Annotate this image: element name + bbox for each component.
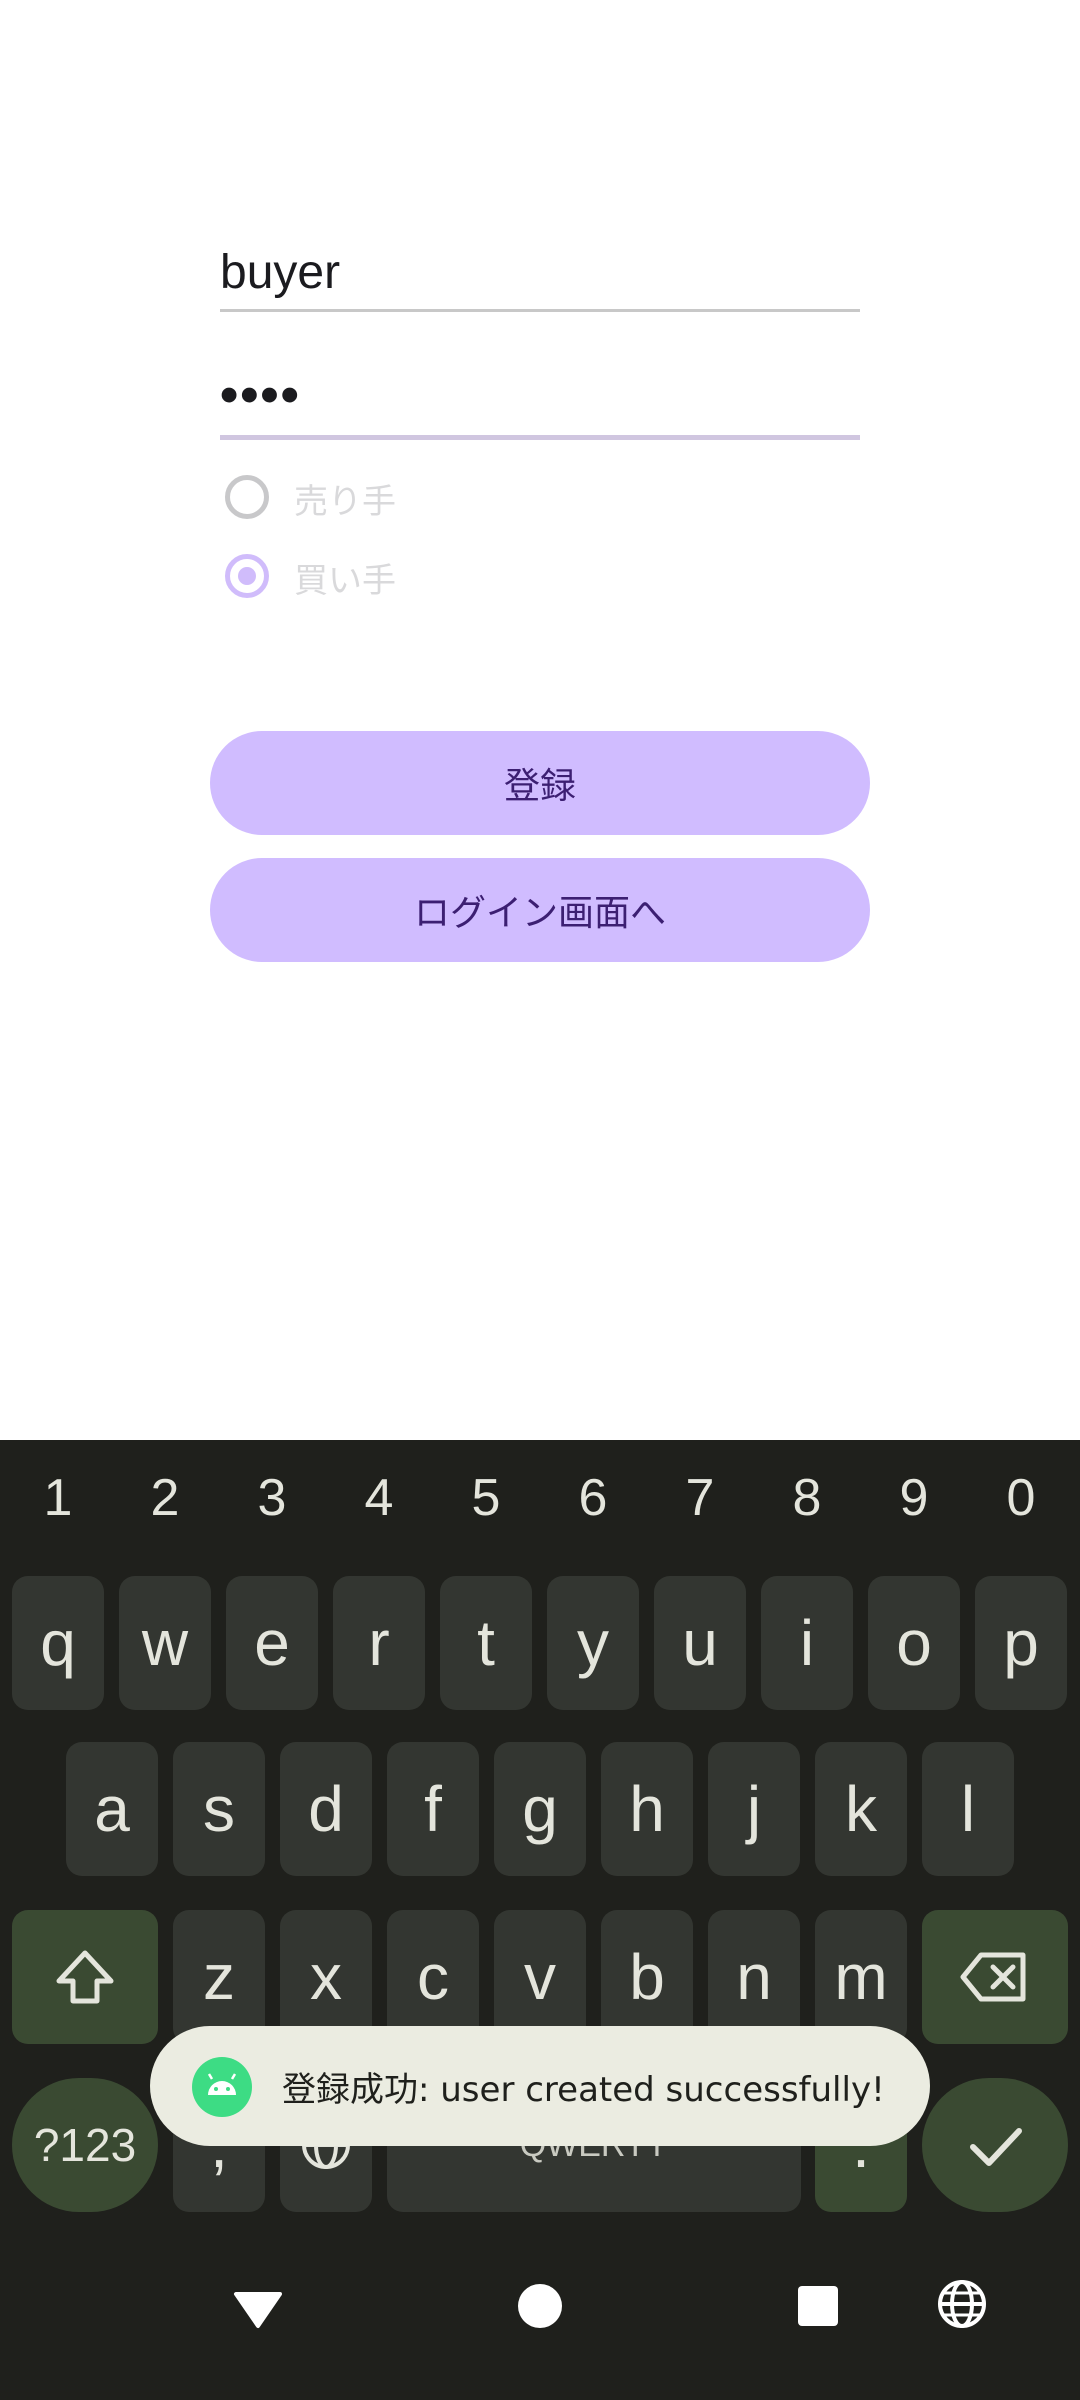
number-key[interactable]: 9 [874, 1468, 954, 1528]
android-app-icon [192, 2057, 252, 2117]
password-underline [220, 435, 860, 440]
number-key[interactable]: 8 [767, 1468, 847, 1528]
key-k[interactable]: k [815, 1742, 907, 1876]
radio-button-unselected[interactable] [225, 475, 269, 519]
key-l[interactable]: l [922, 1742, 1014, 1876]
key-a[interactable]: a [66, 1742, 158, 1876]
username-underline [220, 309, 860, 312]
password-value: •••• [220, 366, 301, 424]
password-field[interactable]: •••• [220, 355, 860, 445]
key-o[interactable]: o [868, 1576, 960, 1710]
back-icon[interactable] [230, 2280, 286, 2336]
key-u[interactable]: u [654, 1576, 746, 1710]
key-m[interactable]: m [815, 1910, 907, 2044]
keyboard-switch-globe-icon[interactable] [936, 2278, 988, 2330]
key-d[interactable]: d [280, 1742, 372, 1876]
key-i[interactable]: i [761, 1576, 853, 1710]
key-e[interactable]: e [226, 1576, 318, 1710]
register-button[interactable]: 登録 [210, 731, 870, 835]
key-g[interactable]: g [494, 1742, 586, 1876]
key-v[interactable]: v [494, 1910, 586, 2044]
toast-message: 登録成功: user created successfully! [150, 2026, 930, 2146]
key-j[interactable]: j [708, 1742, 800, 1876]
key-h[interactable]: h [601, 1742, 693, 1876]
home-icon[interactable] [514, 2280, 566, 2332]
key-b[interactable]: b [601, 1910, 693, 2044]
key-n[interactable]: n [708, 1910, 800, 2044]
key-x[interactable]: x [280, 1910, 372, 2044]
number-key[interactable]: 5 [446, 1468, 526, 1528]
go-to-login-button[interactable]: ログイン画面へ [210, 858, 870, 962]
number-key[interactable]: 7 [660, 1468, 740, 1528]
number-key[interactable]: 0 [981, 1468, 1061, 1528]
shift-key[interactable] [12, 1910, 158, 2044]
key-s[interactable]: s [173, 1742, 265, 1876]
backspace-icon [960, 1952, 1026, 2002]
number-key[interactable]: 2 [125, 1468, 205, 1528]
checkmark-icon [970, 2128, 1022, 2166]
number-key[interactable]: 3 [232, 1468, 312, 1528]
backspace-key[interactable] [922, 1910, 1068, 2044]
shift-icon [56, 1950, 114, 2004]
toast-text: 登録成功: user created successfully! [282, 2070, 885, 2110]
symbols-key[interactable]: ?123 [12, 2078, 158, 2212]
radio-button-selected[interactable] [225, 554, 269, 598]
key-p[interactable]: p [975, 1576, 1067, 1710]
key-f[interactable]: f [387, 1742, 479, 1876]
key-c[interactable]: c [387, 1910, 479, 2044]
key-y[interactable]: y [547, 1576, 639, 1710]
radio-seller-label: 売り手 [294, 482, 396, 522]
number-key[interactable]: 1 [18, 1468, 98, 1528]
radio-buyer-label: 買い手 [294, 561, 396, 601]
key-r[interactable]: r [333, 1576, 425, 1710]
enter-key[interactable] [922, 2078, 1068, 2212]
recents-icon[interactable] [796, 2284, 840, 2328]
number-key[interactable]: 6 [553, 1468, 633, 1528]
key-q[interactable]: q [12, 1576, 104, 1710]
number-key[interactable]: 4 [339, 1468, 419, 1528]
key-z[interactable]: z [173, 1910, 265, 2044]
username-field[interactable]: buyer [220, 235, 860, 315]
key-w[interactable]: w [119, 1576, 211, 1710]
soft-keyboard: 1 2 3 4 5 6 7 8 9 0 q w e r t y u i o p … [0, 1440, 1080, 2400]
key-t[interactable]: t [440, 1576, 532, 1710]
username-value: buyer [220, 246, 341, 299]
